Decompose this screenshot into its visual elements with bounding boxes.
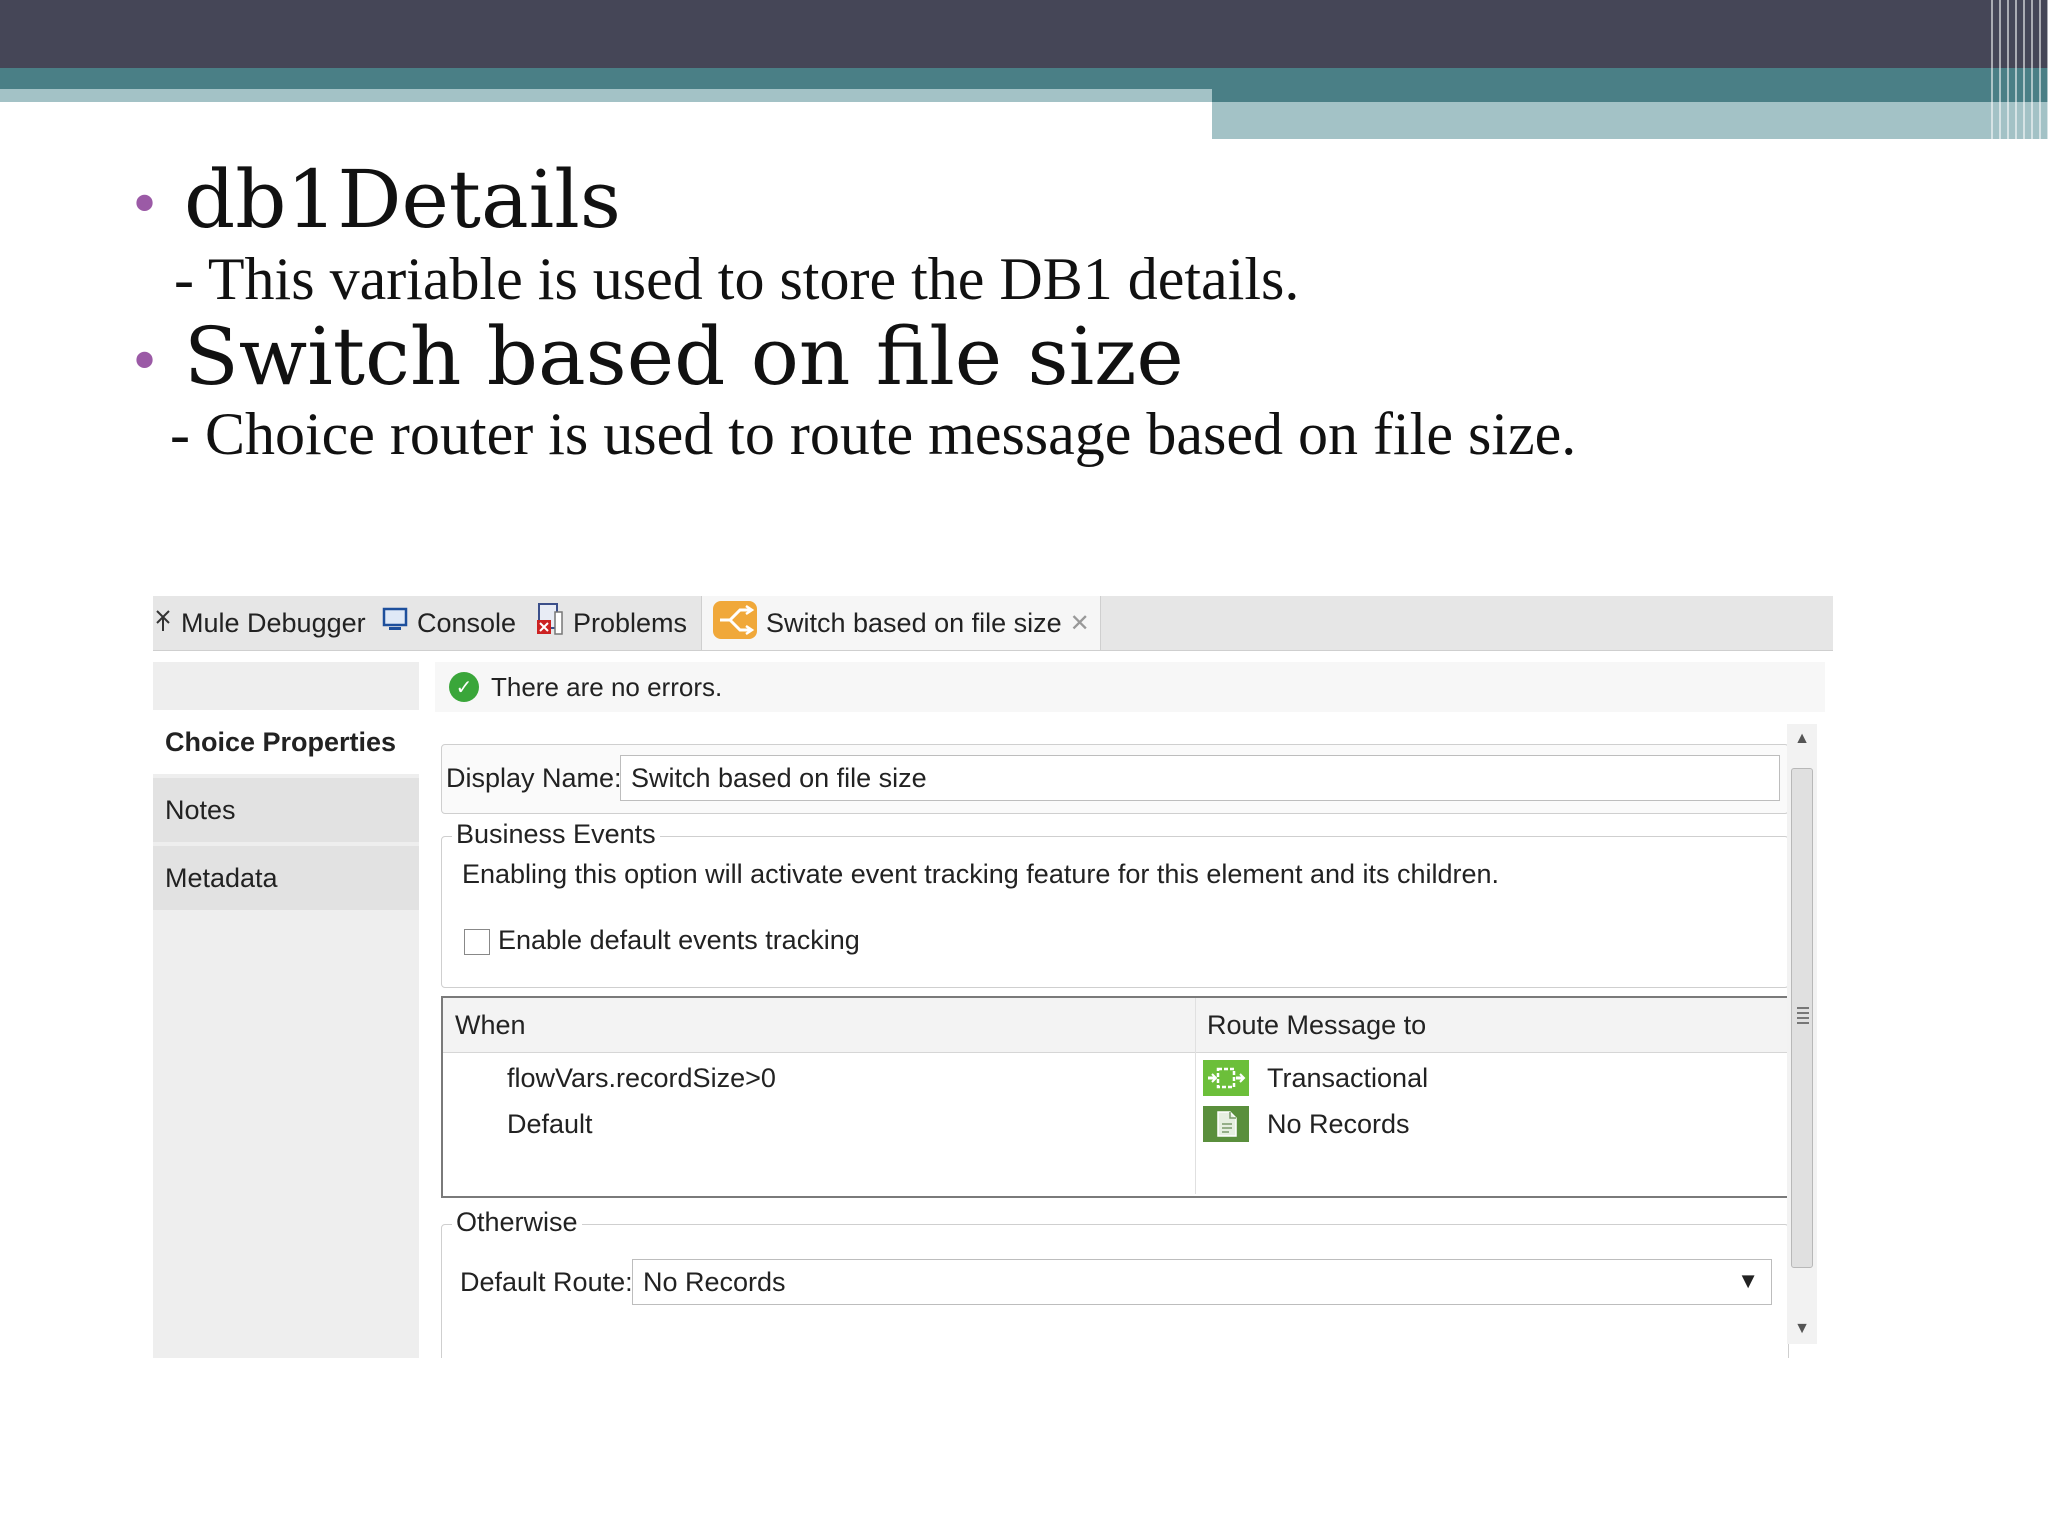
bullet-title: Switch based on file size <box>184 310 1184 403</box>
otherwise-group: Otherwise Default Route: No Records ▼ <box>441 1207 1789 1358</box>
sidebar-item-choice-properties[interactable]: Choice Properties <box>153 710 419 774</box>
scroll-up-arrow-icon[interactable]: ▲ <box>1787 724 1817 754</box>
view-tab-bar: Mule Debugger Console Problems Switch ba… <box>153 596 1833 651</box>
tab-mule-debugger[interactable]: Mule Debugger <box>153 596 366 650</box>
console-icon <box>381 606 409 641</box>
business-events-group: Business Events Enabling this option wil… <box>441 819 1789 988</box>
events-tracking-checkbox[interactable] <box>464 929 490 955</box>
column-header-route[interactable]: Route Message to <box>1195 998 1789 1052</box>
route-cell: No Records <box>1203 1102 1410 1146</box>
business-events-legend: Business Events <box>452 819 660 850</box>
bullet-db1details: • db1Details <box>128 150 621 256</box>
transactional-icon <box>1203 1060 1249 1096</box>
default-route-select[interactable]: No Records ▼ <box>632 1259 1772 1305</box>
events-tracking-label[interactable]: Enable default events tracking <box>498 925 860 956</box>
bullet-switch: • Switch based on file size <box>128 307 1184 413</box>
table-row[interactable]: Default No Records <box>443 1102 1789 1146</box>
column-header-when[interactable]: When <box>443 998 1195 1052</box>
scrollbar-grip-icon <box>1797 1007 1809 1025</box>
sidebar-item-notes[interactable]: Notes <box>153 778 419 842</box>
slide-header-light-block <box>1212 102 2048 139</box>
table-row[interactable]: flowVars.recordSize>0 Transactional <box>443 1056 1789 1100</box>
routes-table: When Route Message to flowVars.recordSiz… <box>441 996 1791 1198</box>
slide-header-bar <box>0 0 2048 68</box>
routes-table-header: When Route Message to <box>443 998 1789 1053</box>
when-cell: flowVars.recordSize>0 <box>507 1062 776 1093</box>
problems-icon <box>535 602 565 645</box>
chevron-down-icon[interactable]: ▼ <box>1737 1268 1759 1294</box>
bullet-dot: • <box>128 173 162 238</box>
display-name-label: Display Name: <box>446 763 622 793</box>
properties-panel-screenshot: Mule Debugger Console Problems Switch ba… <box>153 596 1833 1358</box>
bug-icon <box>153 607 173 640</box>
route-cell: Transactional <box>1203 1056 1428 1100</box>
validation-status: ✓ There are no errors. <box>435 662 1825 712</box>
scroll-down-arrow-icon[interactable]: ▼ <box>1787 1314 1817 1344</box>
vertical-scrollbar[interactable]: ▲ ▼ <box>1787 724 1817 1344</box>
tab-console[interactable]: Console <box>381 596 516 650</box>
bullet-switch-description: - Choice router is used to route message… <box>170 401 1577 467</box>
default-route-value: No Records <box>643 1266 786 1297</box>
check-circle-icon: ✓ <box>449 672 479 702</box>
tab-label: Switch based on file size <box>766 607 1062 638</box>
tab-switch-based-on-file-size[interactable]: Switch based on file size ✕ <box>701 596 1101 650</box>
slide-header-light-band <box>0 89 1212 102</box>
properties-sidebar: Choice Properties Notes Metadata <box>153 662 419 1358</box>
route-label: No Records <box>1267 1108 1410 1139</box>
default-route-label: Default Route: <box>460 1267 633 1297</box>
tab-label: Mule Debugger <box>181 607 366 638</box>
business-events-description: Enabling this option will activate event… <box>462 859 1500 889</box>
scrollbar-thumb[interactable] <box>1791 768 1813 1268</box>
tab-label: Problems <box>573 607 688 638</box>
properties-content: Display Name: Switch based on file size … <box>435 724 1795 1358</box>
sidebar-item-metadata[interactable]: Metadata <box>153 846 419 910</box>
slide-header-stripes <box>1985 0 2048 139</box>
flow-ref-icon <box>1203 1106 1249 1142</box>
choice-router-icon <box>712 600 758 647</box>
when-cell: Default <box>507 1108 593 1139</box>
bullet-db1details-description: - This variable is used to store the DB1… <box>174 246 1300 312</box>
otherwise-legend: Otherwise <box>452 1207 582 1238</box>
status-text: There are no errors. <box>491 671 723 702</box>
tab-label: Console <box>417 607 517 638</box>
display-name-input[interactable]: Switch based on file size <box>620 755 1780 801</box>
display-name-group: Display Name: Switch based on file size <box>441 744 1789 814</box>
bullet-dot: • <box>128 330 162 395</box>
tab-problems[interactable]: Problems <box>535 596 687 650</box>
close-icon[interactable]: ✕ <box>1070 609 1090 638</box>
route-label: Transactional <box>1267 1062 1429 1093</box>
bullet-title: db1Details <box>184 153 621 246</box>
